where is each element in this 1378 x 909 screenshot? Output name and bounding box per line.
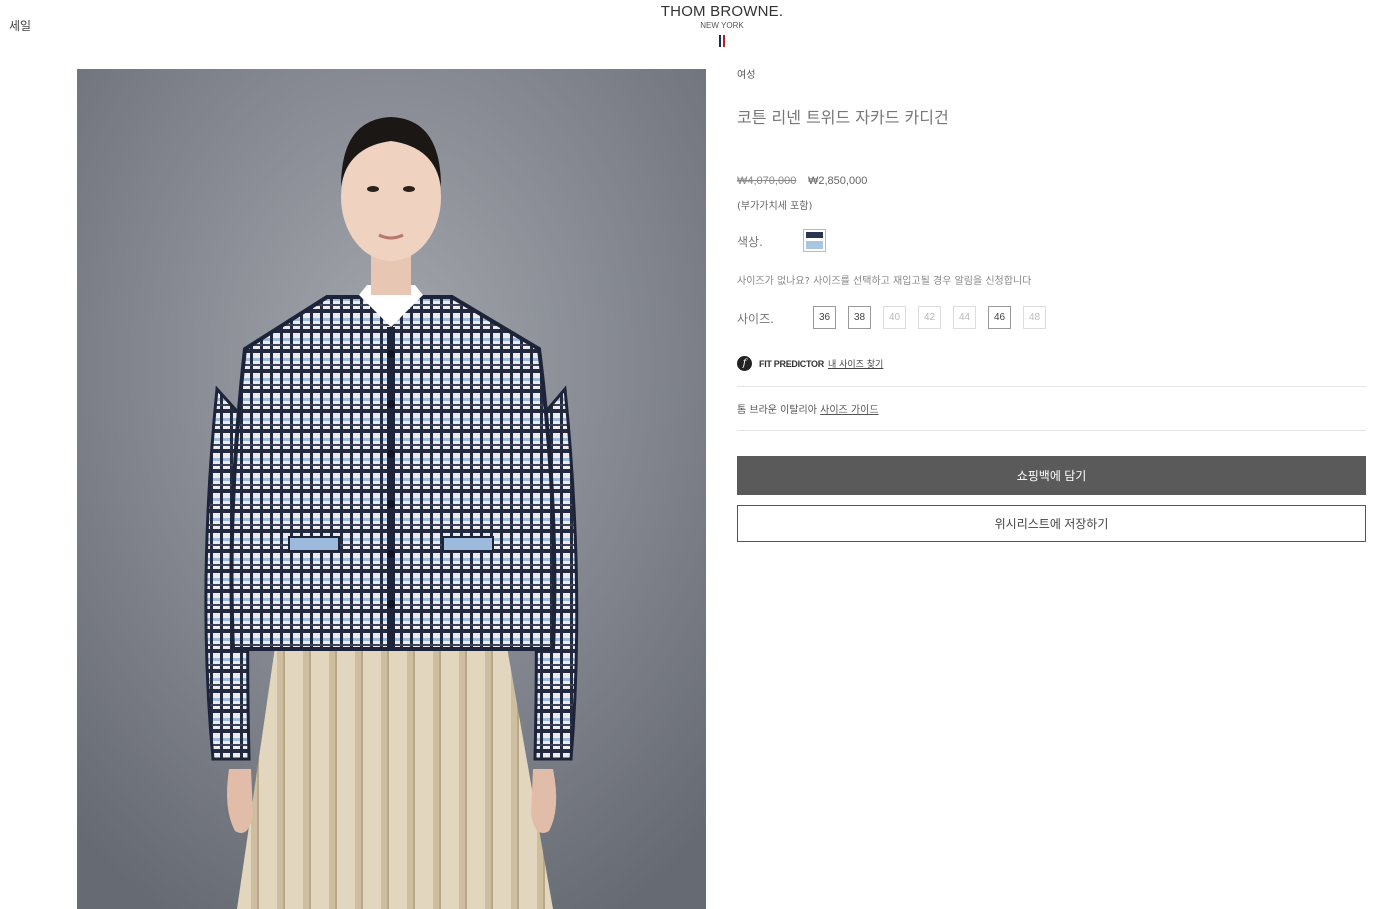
size-option-38[interactable]: 38 [848, 306, 871, 329]
size-label: 사이즈. [737, 312, 774, 326]
product-category[interactable]: 여성 [737, 66, 755, 81]
color-swatch-stripes [806, 232, 823, 249]
brand-logo[interactable]: THOM BROWNE. NEW YORK [650, 3, 794, 47]
size-selector: 36 38 40 42 44 46 48 [813, 306, 1046, 329]
original-price: ₩4,070,000 [737, 175, 797, 187]
find-my-size-link[interactable]: 내 사이즈 찾기 [828, 357, 883, 370]
fit-predictor-brand: FIT PREDICTOR [759, 358, 824, 369]
color-label: 색상. [737, 235, 763, 249]
size-option-42[interactable]: 42 [918, 306, 941, 329]
tricolor-flag-icon [650, 35, 794, 47]
size-guide-prefix: 톰 브라운 이탈리아 [737, 405, 821, 416]
brand-sub: NEW YORK [700, 21, 744, 30]
size-notify-text[interactable]: 사이즈가 없나요? 사이즈를 선택하고 재입고될 경우 알림을 신청합니다 [737, 272, 1031, 287]
size-guide: 톰 브라운 이탈리아 사이즈 가이드 [737, 401, 879, 416]
brand-name: THOM BROWNE. [660, 3, 784, 20]
size-guide-link[interactable]: 사이즈 가이드 [820, 405, 878, 416]
nav-sale-link[interactable]: 세일 [9, 17, 31, 34]
flag-stripe [723, 35, 725, 47]
size-option-40[interactable]: 40 [883, 306, 906, 329]
size-option-44[interactable]: 44 [953, 306, 976, 329]
sale-price: ₩2,850,000 [808, 175, 868, 187]
vat-note: (부가가치세 포함) [737, 201, 813, 212]
fit-predictor-icon: f [737, 356, 752, 371]
divider [737, 430, 1366, 431]
add-to-bag-button[interactable]: 쇼핑백에 담기 [737, 456, 1366, 495]
size-option-48[interactable]: 48 [1023, 306, 1046, 329]
product-title: 코튼 리넨 트위드 자카드 카디건 [737, 108, 949, 127]
size-option-46[interactable]: 46 [988, 306, 1011, 329]
fit-predictor: f FIT PREDICTOR 내 사이즈 찾기 [737, 356, 883, 371]
product-image[interactable] [77, 69, 706, 909]
divider [737, 386, 1366, 387]
size-option-36[interactable]: 36 [813, 306, 836, 329]
swatch-stripe [806, 240, 823, 249]
model-photo [77, 69, 706, 909]
color-swatch[interactable] [803, 229, 826, 252]
save-wishlist-button[interactable]: 위시리스트에 저장하기 [737, 505, 1366, 542]
